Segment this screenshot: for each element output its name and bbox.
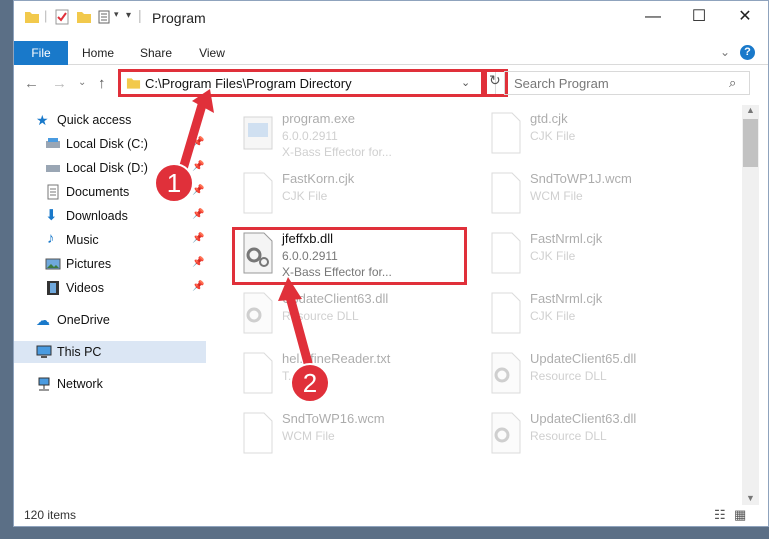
scroll-up-icon[interactable]: ▲ bbox=[746, 105, 755, 115]
file-tile[interactable]: UpdateClient63.dll Resource DLL bbox=[482, 405, 722, 465]
scroll-down-icon[interactable]: ▼ bbox=[746, 493, 755, 503]
window-title: Program bbox=[152, 10, 206, 26]
file-tile[interactable]: FastNrml.cjk CJK File bbox=[482, 285, 722, 345]
file-tile[interactable]: FastNrml.cjk CJK File bbox=[482, 225, 722, 285]
file-tile[interactable]: SndToWP16.wcm WCM File bbox=[234, 405, 474, 465]
chevron-down-icon[interactable]: ▾ bbox=[114, 9, 119, 20]
minimize-button[interactable]: — bbox=[630, 1, 676, 33]
vertical-scrollbar[interactable]: ▲ ▼ bbox=[742, 105, 759, 505]
file-icon bbox=[243, 412, 273, 454]
file-icon bbox=[491, 232, 521, 274]
nav-item-downloads[interactable]: ⬇ Downloads 📌 bbox=[14, 205, 206, 227]
folder-icon[interactable] bbox=[24, 9, 40, 25]
tiles-view-icon[interactable]: ▦ bbox=[734, 507, 746, 523]
up-arrow-icon[interactable]: ↑ bbox=[98, 75, 106, 92]
pin-icon[interactable]: 📌 bbox=[192, 281, 204, 292]
dll-icon bbox=[491, 412, 521, 454]
search-placeholder: Search Program bbox=[514, 76, 609, 91]
title-bar: | ▾ ▾ | Program — ☐ ✕ bbox=[14, 1, 768, 33]
back-arrow-icon[interactable]: ← bbox=[24, 75, 39, 92]
tab-share[interactable]: Share bbox=[132, 41, 180, 65]
close-button[interactable]: ✕ bbox=[722, 1, 768, 33]
pin-icon[interactable]: 📌 bbox=[192, 257, 204, 268]
file-icon bbox=[491, 292, 521, 334]
file-highlight-box bbox=[232, 227, 467, 285]
nav-item-network[interactable]: Network bbox=[14, 373, 206, 395]
documents-icon bbox=[47, 184, 59, 200]
address-row: ← → ⌄ ↑ C:\Program Files\Program Directo… bbox=[14, 65, 768, 101]
pin-icon[interactable]: 📌 bbox=[192, 161, 204, 172]
help-icon[interactable]: ? bbox=[740, 45, 755, 60]
file-tile[interactable]: FastKorn.cjk CJK File bbox=[234, 165, 474, 225]
new-folder-icon[interactable] bbox=[76, 9, 92, 25]
drive-icon bbox=[46, 165, 60, 172]
file-tile[interactable]: UpdateClient63.dll Resource DLL bbox=[234, 285, 474, 345]
exe-icon bbox=[243, 116, 273, 150]
customize-icon[interactable] bbox=[98, 9, 114, 25]
nav-item-music[interactable]: ♪ Music 📌 bbox=[14, 229, 206, 251]
recent-locations-icon[interactable]: ⌄ bbox=[78, 77, 86, 88]
nav-item-local-disk-c[interactable]: Local Disk (C:) 📌 bbox=[14, 133, 206, 155]
music-icon: ♪ bbox=[47, 230, 55, 247]
tab-home[interactable]: Home bbox=[74, 41, 122, 65]
separator: | bbox=[138, 7, 142, 23]
annotation-two: 2 bbox=[290, 363, 330, 403]
pin-icon[interactable]: 📌 bbox=[192, 185, 204, 196]
scroll-thumb[interactable] bbox=[743, 119, 758, 167]
star-icon: ★ bbox=[36, 112, 49, 128]
file-icon bbox=[243, 172, 273, 214]
search-icon: ⌕ bbox=[729, 75, 737, 90]
pin-icon[interactable]: 📌 bbox=[192, 209, 204, 220]
forward-arrow-icon[interactable]: → bbox=[52, 75, 67, 92]
properties-icon[interactable] bbox=[54, 9, 70, 25]
drive-icon bbox=[46, 138, 60, 148]
file-icon bbox=[491, 112, 521, 154]
tab-view[interactable]: View bbox=[188, 41, 236, 65]
file-list: program.exe 6.0.0.2911 X-Bass Effector f… bbox=[210, 101, 742, 503]
file-tile[interactable]: SndToWP1J.wcm WCM File bbox=[482, 165, 722, 225]
nav-item-pictures[interactable]: Pictures 📌 bbox=[14, 253, 206, 275]
pin-icon[interactable]: 📌 bbox=[192, 233, 204, 244]
tab-file[interactable]: File bbox=[14, 41, 68, 65]
nav-item-quick-access[interactable]: ★ Quick access bbox=[14, 109, 206, 131]
file-icon bbox=[243, 352, 273, 394]
search-box[interactable]: Search Program ⌕ bbox=[504, 71, 750, 95]
details-view-icon[interactable]: ☷ bbox=[714, 507, 726, 523]
dll-icon bbox=[491, 352, 521, 394]
address-highlight-box bbox=[118, 69, 484, 97]
file-tile[interactable]: hel...fineReader.txt T... bbox=[234, 345, 474, 405]
ribbon-tabs: File Home Share View ⌄ ? bbox=[14, 41, 768, 65]
expand-ribbon-icon[interactable]: ⌄ bbox=[720, 45, 730, 59]
nav-item-onedrive[interactable]: ☁ OneDrive bbox=[14, 309, 206, 331]
explorer-window: | ▾ ▾ | Program — ☐ ✕ File Home Share Vi… bbox=[13, 0, 769, 527]
maximize-button[interactable]: ☐ bbox=[676, 1, 722, 33]
nav-item-this-pc[interactable]: This PC bbox=[14, 341, 206, 363]
cloud-icon: ☁ bbox=[36, 312, 50, 328]
annotation-one: 1 bbox=[154, 163, 194, 203]
file-icon bbox=[491, 172, 521, 214]
file-tile[interactable]: program.exe 6.0.0.2911 X-Bass Effector f… bbox=[234, 105, 474, 165]
refresh-icon: ↻ bbox=[489, 72, 501, 88]
item-count: 120 items bbox=[24, 508, 77, 522]
pc-icon bbox=[36, 345, 52, 358]
nav-item-videos[interactable]: Videos 📌 bbox=[14, 277, 206, 299]
network-icon bbox=[38, 377, 50, 391]
download-icon: ⬇ bbox=[45, 207, 58, 224]
separator: | bbox=[44, 8, 48, 23]
pin-icon[interactable]: 📌 bbox=[192, 137, 204, 148]
pictures-icon bbox=[45, 258, 61, 270]
videos-icon bbox=[47, 281, 59, 295]
dll-icon bbox=[243, 292, 273, 334]
file-tile[interactable]: UpdateClient65.dll Resource DLL bbox=[482, 345, 722, 405]
file-tile[interactable]: gtd.cjk CJK File bbox=[482, 105, 722, 165]
quick-access-toolbar-icon[interactable]: ▾ bbox=[126, 10, 131, 21]
status-bar: 120 items ☷ ▦ bbox=[14, 505, 768, 526]
